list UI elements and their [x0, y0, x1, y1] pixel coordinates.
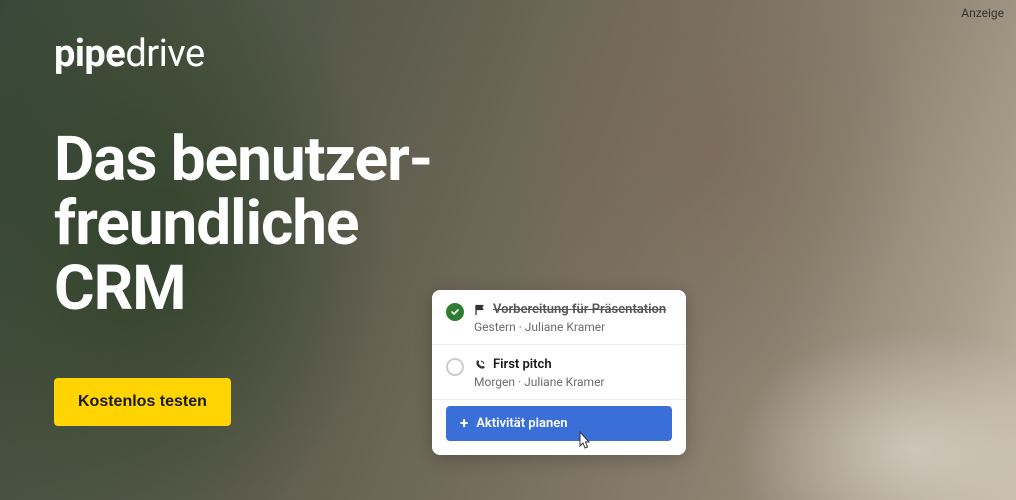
task-subtitle: Morgen · Juliane Kramer: [474, 375, 672, 389]
flag-icon: [474, 304, 486, 316]
ad-label: Anzeige: [961, 6, 1004, 20]
plus-icon: +: [460, 416, 468, 431]
task-title: Vorbereitung für Präsentation: [493, 302, 666, 317]
headline: Das benutzer-freundlicheCRM: [54, 128, 432, 321]
action-label: Aktivität planen: [476, 416, 567, 431]
activity-card: Vorbereitung für Präsentation Gestern · …: [432, 290, 686, 455]
status-open-icon: [446, 358, 464, 376]
brand-logo: pipedrive: [54, 32, 205, 76]
plan-activity-button[interactable]: + Aktivität planen: [446, 406, 672, 441]
phone-icon: [474, 359, 486, 371]
task-row[interactable]: Vorbereitung für Präsentation Gestern · …: [432, 290, 686, 345]
task-row[interactable]: First pitch Morgen · Juliane Kramer: [432, 345, 686, 400]
task-title: First pitch: [493, 357, 552, 372]
cta-button[interactable]: Kostenlos testen: [54, 378, 231, 426]
cursor-icon: [574, 429, 594, 453]
status-done-icon: [446, 303, 464, 321]
task-subtitle: Gestern · Juliane Kramer: [474, 320, 672, 334]
